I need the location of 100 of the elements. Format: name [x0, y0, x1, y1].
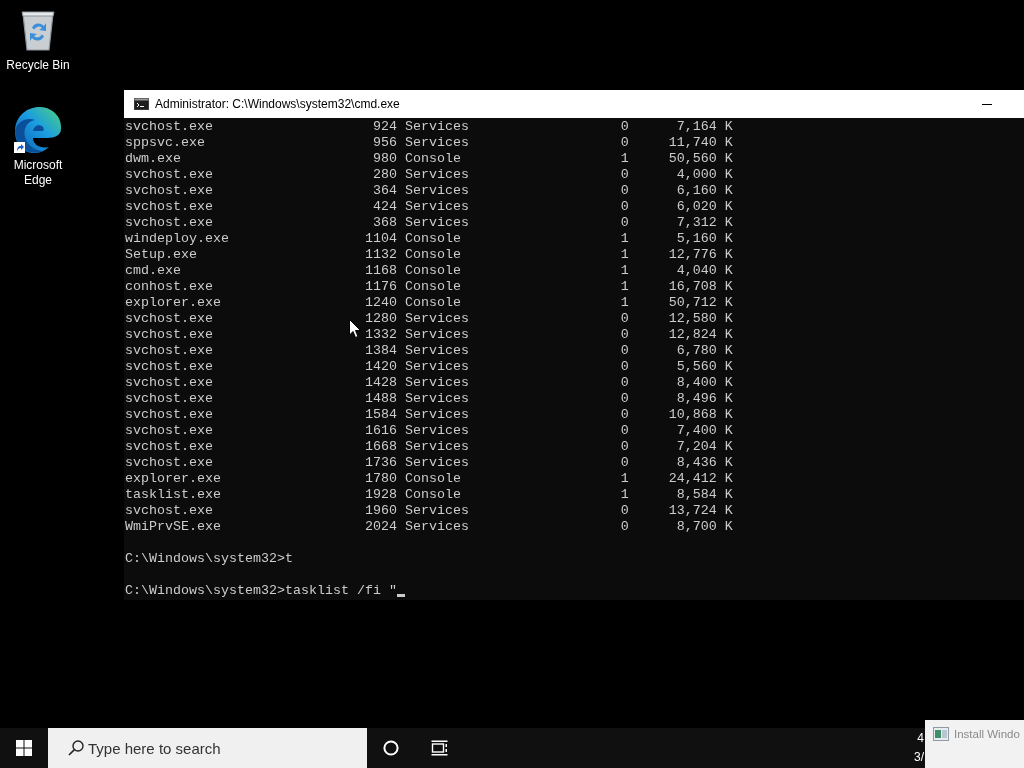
process-id: 956	[372, 135, 397, 151]
memory-usage: 7,312 K	[676, 215, 733, 231]
mouse-pointer-icon	[349, 319, 361, 338]
circle-icon	[383, 740, 399, 756]
session-number: 0	[620, 503, 629, 519]
process-name: windeploy.exe	[125, 231, 229, 247]
session-name: Services	[404, 503, 469, 519]
process-id: 1384	[364, 343, 397, 359]
session-name: Services	[404, 119, 469, 135]
session-name: Services	[404, 455, 469, 471]
session-name: Services	[404, 439, 469, 455]
session-number: 0	[620, 327, 629, 343]
session-name: Services	[404, 407, 469, 423]
memory-usage: 8,496 K	[676, 391, 733, 407]
process-name: sppsvc.exe	[125, 135, 205, 151]
session-number: 0	[620, 311, 629, 327]
process-name: svchost.exe	[125, 359, 213, 375]
window-thumbnail-icon	[933, 727, 949, 741]
session-number: 1	[620, 279, 629, 295]
memory-usage: 12,824 K	[668, 327, 733, 343]
process-id: 1132	[364, 247, 397, 263]
session-number: 0	[620, 167, 629, 183]
session-name: Services	[404, 135, 469, 151]
process-name: dwm.exe	[125, 151, 181, 167]
trash-bin-icon	[18, 8, 58, 52]
session-number: 0	[620, 199, 629, 215]
session-number: 0	[620, 439, 629, 455]
window-title: Administrator: C:\Windows\system32\cmd.exe	[155, 97, 401, 111]
process-name: WmiPrvSE.exe	[125, 519, 221, 535]
memory-usage: 7,400 K	[676, 423, 733, 439]
process-id: 1428	[364, 375, 397, 391]
process-id: 1168	[364, 263, 397, 279]
process-id: 364	[372, 183, 397, 199]
process-name: tasklist.exe	[125, 487, 221, 503]
session-number: 1	[620, 231, 629, 247]
memory-usage: 50,560 K	[668, 151, 733, 167]
process-id: 1960	[364, 503, 397, 519]
process-id: 924	[372, 119, 397, 135]
session-name: Services	[404, 327, 469, 343]
session-name: Services	[404, 199, 469, 215]
session-number: 0	[620, 455, 629, 471]
process-id: 1668	[364, 439, 397, 455]
memory-usage: 24,412 K	[668, 471, 733, 487]
process-id: 1104	[364, 231, 397, 247]
session-number: 0	[620, 391, 629, 407]
process-name: svchost.exe	[125, 503, 213, 519]
session-number: 0	[620, 375, 629, 391]
process-name: svchost.exe	[125, 343, 213, 359]
session-name: Services	[404, 167, 469, 183]
session-number: 0	[620, 183, 629, 199]
search-icon	[68, 740, 84, 756]
process-name: svchost.exe	[125, 167, 213, 183]
session-name: Services	[404, 359, 469, 375]
process-id: 980	[372, 151, 397, 167]
preview-title: Install Windo	[954, 727, 1020, 741]
memory-usage: 6,020 K	[676, 199, 733, 215]
session-number: 1	[620, 487, 629, 503]
desktop-icon-label[interactable]: Microsoft Edge	[2, 158, 74, 188]
desktop-icon-label[interactable]: Recycle Bin	[6, 58, 70, 73]
memory-usage: 4,040 K	[676, 263, 733, 279]
session-number: 0	[620, 423, 629, 439]
session-number: 0	[620, 519, 629, 535]
process-id: 1616	[364, 423, 397, 439]
session-name: Console	[404, 263, 461, 279]
memory-usage: 6,160 K	[676, 183, 733, 199]
session-name: Console	[404, 487, 461, 503]
process-id: 368	[372, 215, 397, 231]
process-name: svchost.exe	[125, 311, 213, 327]
memory-usage: 50,712 K	[668, 295, 733, 311]
session-number: 0	[620, 359, 629, 375]
process-name: svchost.exe	[125, 423, 213, 439]
session-name: Services	[404, 519, 469, 535]
process-id: 1736	[364, 455, 397, 471]
memory-usage: 6,780 K	[676, 343, 733, 359]
session-number: 0	[620, 343, 629, 359]
session-name: Services	[404, 215, 469, 231]
session-name: Services	[404, 375, 469, 391]
session-name: Console	[404, 231, 461, 247]
memory-usage: 4,000 K	[676, 167, 733, 183]
memory-usage: 7,164 K	[676, 119, 733, 135]
clock-button[interactable]: 4 3/	[914, 728, 925, 768]
process-name: Setup.exe	[125, 247, 197, 263]
session-name: Console	[404, 279, 461, 295]
session-number: 1	[620, 151, 629, 167]
search-field[interactable]: Type here to search	[48, 728, 367, 768]
process-id: 424	[372, 199, 397, 215]
command-line: C:\Windows\system32>t	[125, 551, 293, 567]
process-name: svchost.exe	[125, 327, 213, 343]
process-name: svchost.exe	[125, 119, 213, 135]
session-name: Console	[404, 295, 461, 311]
minimize-icon	[982, 103, 992, 105]
process-name: svchost.exe	[125, 375, 213, 391]
session-name: Services	[404, 311, 469, 327]
session-number: 1	[620, 471, 629, 487]
memory-usage: 8,584 K	[676, 487, 733, 503]
session-number: 0	[620, 135, 629, 151]
memory-usage: 11,740 K	[668, 135, 733, 151]
process-name: svchost.exe	[125, 391, 213, 407]
session-number: 0	[620, 407, 629, 423]
memory-usage: 10,868 K	[668, 407, 733, 423]
